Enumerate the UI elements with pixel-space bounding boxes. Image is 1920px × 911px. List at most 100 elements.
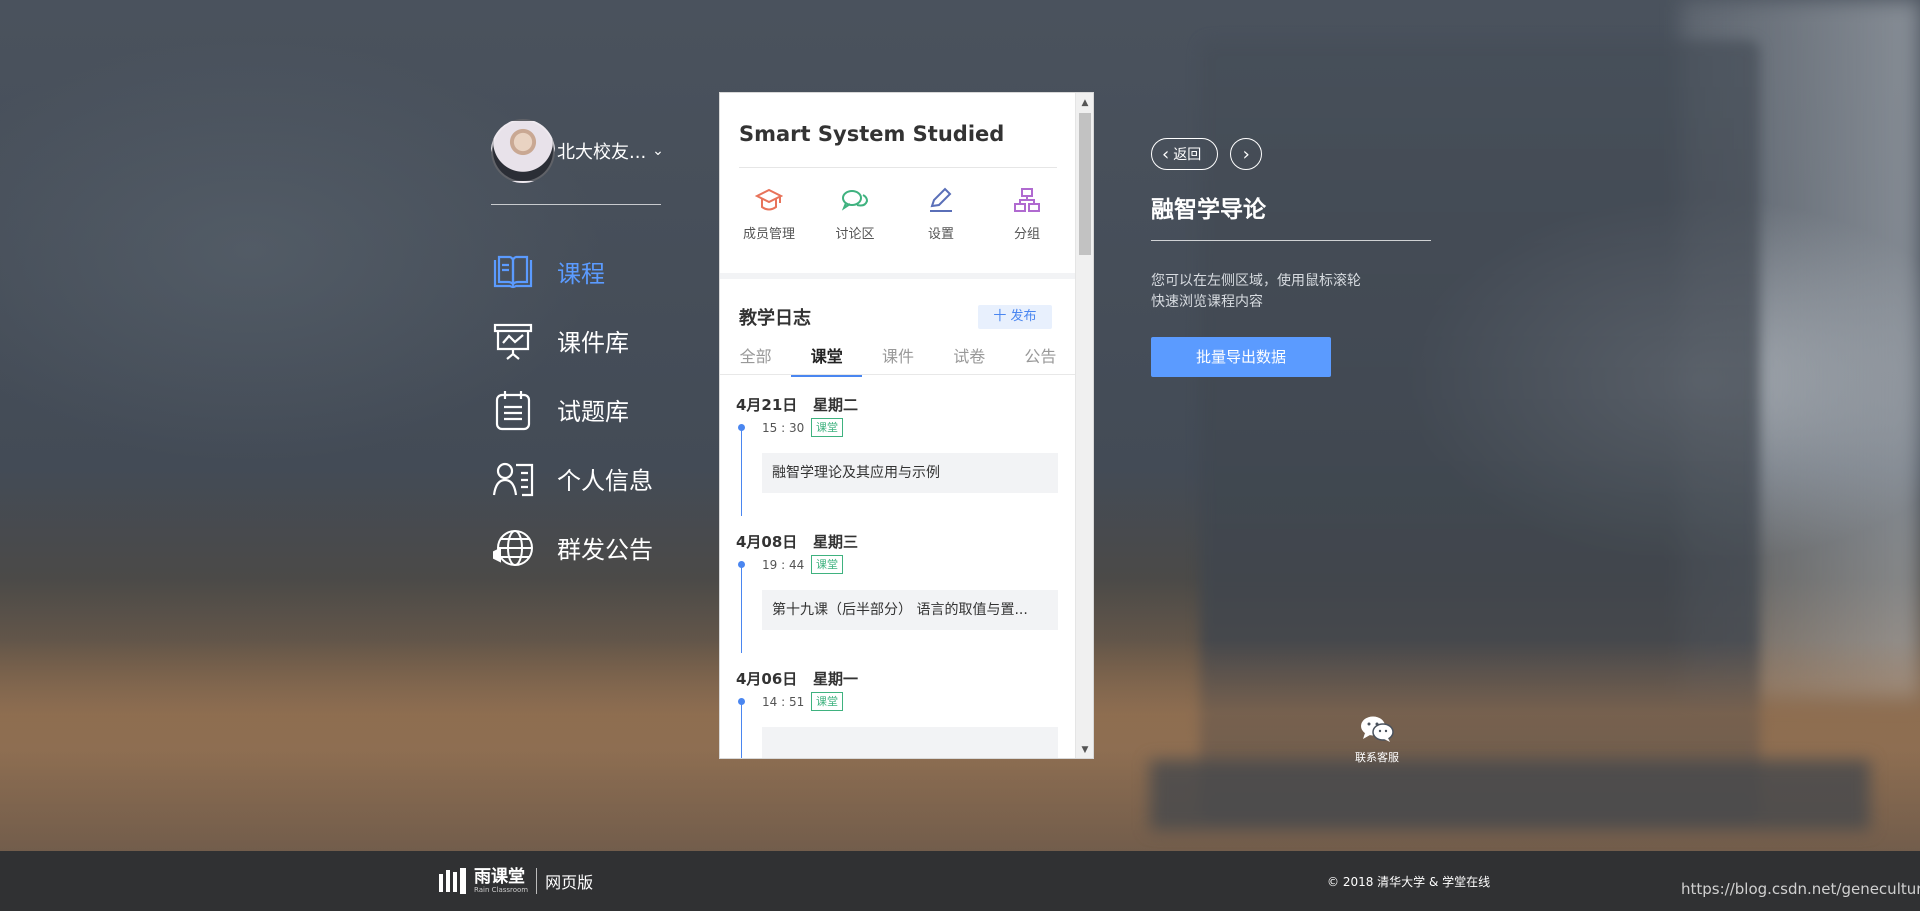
entry-card[interactable]: [762, 727, 1058, 758]
sidebar-item-label: 个人信息: [557, 467, 653, 495]
group-tree-icon: [987, 183, 1067, 217]
entry-card[interactable]: 第十九课（后半部分） 语言的取值与置...: [762, 590, 1058, 630]
edit-icon: [901, 183, 981, 217]
section-separator: [720, 273, 1076, 279]
chat-icon: [815, 183, 895, 217]
list-item: 4月21日 星期二 15 : 30 课堂 融智学理论及其应用与示例: [720, 394, 1076, 531]
entry-time: 15 : 30: [762, 421, 805, 435]
sidebar-item-course[interactable]: 课程: [491, 237, 662, 306]
scroll-thumb[interactable]: [1079, 113, 1091, 255]
timeline-dot: [738, 424, 745, 431]
web-version-label: 网页版: [545, 873, 594, 892]
sidebar-item-label: 群发公告: [557, 536, 653, 564]
chevron-right-icon: ›: [1242, 143, 1250, 165]
course-name-divider: [1151, 240, 1431, 241]
customer-service[interactable]: 联系客服: [1349, 715, 1405, 765]
watermark-url: https://blog.csdn.net/geneculture: [1681, 880, 1920, 898]
publish-button[interactable]: 十 发布: [978, 305, 1052, 329]
brand[interactable]: 雨课堂 Rain Classroom 网页版: [438, 867, 593, 895]
sidebar-item-label: 课件库: [557, 329, 629, 357]
clipboard-icon: [491, 388, 535, 432]
brand-separator: [536, 868, 538, 894]
tool-grouping[interactable]: 分组: [987, 183, 1067, 242]
entry-tag: 课堂: [811, 555, 843, 574]
teaching-log-title: 教学日志: [739, 308, 811, 329]
sidebar-divider: [491, 204, 661, 205]
scroll-down-icon[interactable]: ▼: [1076, 742, 1093, 758]
footer: 雨课堂 Rain Classroom 网页版 © 2018 清华大学 & 学堂在…: [0, 851, 1920, 911]
list-item: 4月08日 星期三 19 : 44 课堂 第十九课（后半部分） 语言的取值与置.…: [720, 531, 1076, 668]
brand-text: 雨课堂 Rain Classroom: [470, 866, 529, 894]
entry-date: 4月06日 星期一: [736, 670, 858, 688]
course-name: 融智学导论: [1151, 197, 1266, 223]
back-label: 返回: [1173, 147, 1202, 163]
tool-settings[interactable]: 设置: [901, 183, 981, 242]
list-item: 4月06日 星期一 14 : 51 课堂: [720, 668, 1076, 758]
entry-time: 14 : 51: [762, 695, 805, 709]
log-tabs: 全部 课堂 课件 试卷 公告: [720, 343, 1076, 377]
course-panel-content: Smart System Studied 成员管理 讨论区 设置 分组 教学日志…: [720, 93, 1076, 758]
presentation-icon: [491, 319, 535, 363]
nav-buttons: ‹ 返回 ›: [1151, 138, 1431, 170]
entry-tag: 课堂: [811, 418, 843, 437]
service-label: 联系客服: [1355, 751, 1399, 764]
export-data-button[interactable]: 批量导出数据: [1151, 337, 1331, 377]
hint-line: 快速浏览课程内容: [1151, 294, 1263, 310]
entry-time: 19 : 44: [762, 558, 805, 572]
timeline-line: [741, 700, 742, 758]
entry-date: 4月21日 星期二: [736, 396, 858, 414]
sidebar-item-question-bank[interactable]: 试题库: [491, 375, 662, 444]
tool-label: 讨论区: [835, 227, 875, 242]
username[interactable]: 北大校友...: [557, 138, 646, 164]
log-entries: 4月21日 星期二 15 : 30 课堂 融智学理论及其应用与示例 4月08日 …: [720, 394, 1076, 758]
tab-all[interactable]: 全部: [720, 343, 791, 374]
brand-name: 雨课堂: [474, 866, 525, 887]
timeline-line: [741, 563, 742, 653]
scroll-up-icon[interactable]: ▲: [1076, 95, 1093, 111]
graduation-cap-icon: [729, 183, 809, 217]
title-divider: [739, 167, 1057, 168]
sidebar-item-label: 试题库: [557, 398, 629, 426]
timeline-dot: [738, 698, 745, 705]
user-menu[interactable]: 北大校友... ⌄: [491, 118, 664, 184]
entry-tag: 课堂: [811, 692, 843, 711]
tab-classroom[interactable]: 课堂: [791, 343, 863, 377]
course-info: ‹ 返回 › 融智学导论 您可以在左侧区域，使用鼠标滚轮 快速浏览课程内容 批量…: [1151, 138, 1431, 377]
tab-announcement[interactable]: 公告: [1005, 343, 1076, 374]
entry-card[interactable]: 融智学理论及其应用与示例: [762, 453, 1058, 493]
tool-label: 分组: [1013, 227, 1040, 242]
user-card-icon: [491, 457, 535, 501]
chevron-left-icon: ‹: [1162, 143, 1170, 165]
sidebar-item-profile[interactable]: 个人信息: [491, 444, 662, 513]
hint-text: 您可以在左侧区域，使用鼠标滚轮 快速浏览课程内容: [1151, 271, 1431, 313]
tool-member-management[interactable]: 成员管理: [729, 183, 809, 242]
tool-label: 设置: [927, 227, 954, 242]
tool-discussion[interactable]: 讨论区: [815, 183, 895, 242]
next-button[interactable]: ›: [1230, 138, 1263, 170]
globe-icon: [491, 526, 535, 570]
tab-courseware[interactable]: 课件: [862, 343, 933, 374]
sidebar-item-courseware[interactable]: 课件库: [491, 306, 662, 375]
tab-exam[interactable]: 试卷: [934, 343, 1005, 374]
avatar[interactable]: [491, 119, 555, 183]
chevron-down-icon[interactable]: ⌄: [652, 143, 664, 159]
page-title: Smart System Studied: [739, 122, 1005, 146]
background-laptop-base: [1150, 760, 1870, 830]
wechat-icon: [1349, 715, 1405, 747]
timeline-dot: [738, 561, 745, 568]
course-tools: 成员管理 讨论区 设置 分组: [720, 183, 1076, 242]
timeline-line: [741, 426, 742, 516]
copyright: © 2018 清华大学 & 学堂在线: [1327, 875, 1491, 889]
back-button[interactable]: ‹ 返回: [1151, 138, 1219, 170]
hint-line: 您可以在左侧区域，使用鼠标滚轮: [1151, 273, 1361, 289]
brand-subtitle: Rain Classroom: [474, 885, 529, 894]
entry-date: 4月08日 星期三: [736, 533, 858, 551]
rain-classroom-logo-icon: [438, 867, 470, 895]
left-sidebar: 北大校友... ⌄ 课程 课件库 试题库 个人信息 群发公告: [491, 118, 664, 582]
scrollbar[interactable]: ▲ ▼: [1075, 93, 1093, 758]
course-panel[interactable]: Smart System Studied 成员管理 讨论区 设置 分组 教学日志…: [719, 92, 1094, 759]
tool-label: 成员管理: [742, 227, 795, 242]
book-icon: [491, 250, 535, 294]
sidebar-item-announcement[interactable]: 群发公告: [491, 513, 662, 582]
sidebar-nav: 课程 课件库 试题库 个人信息 群发公告: [491, 237, 662, 582]
